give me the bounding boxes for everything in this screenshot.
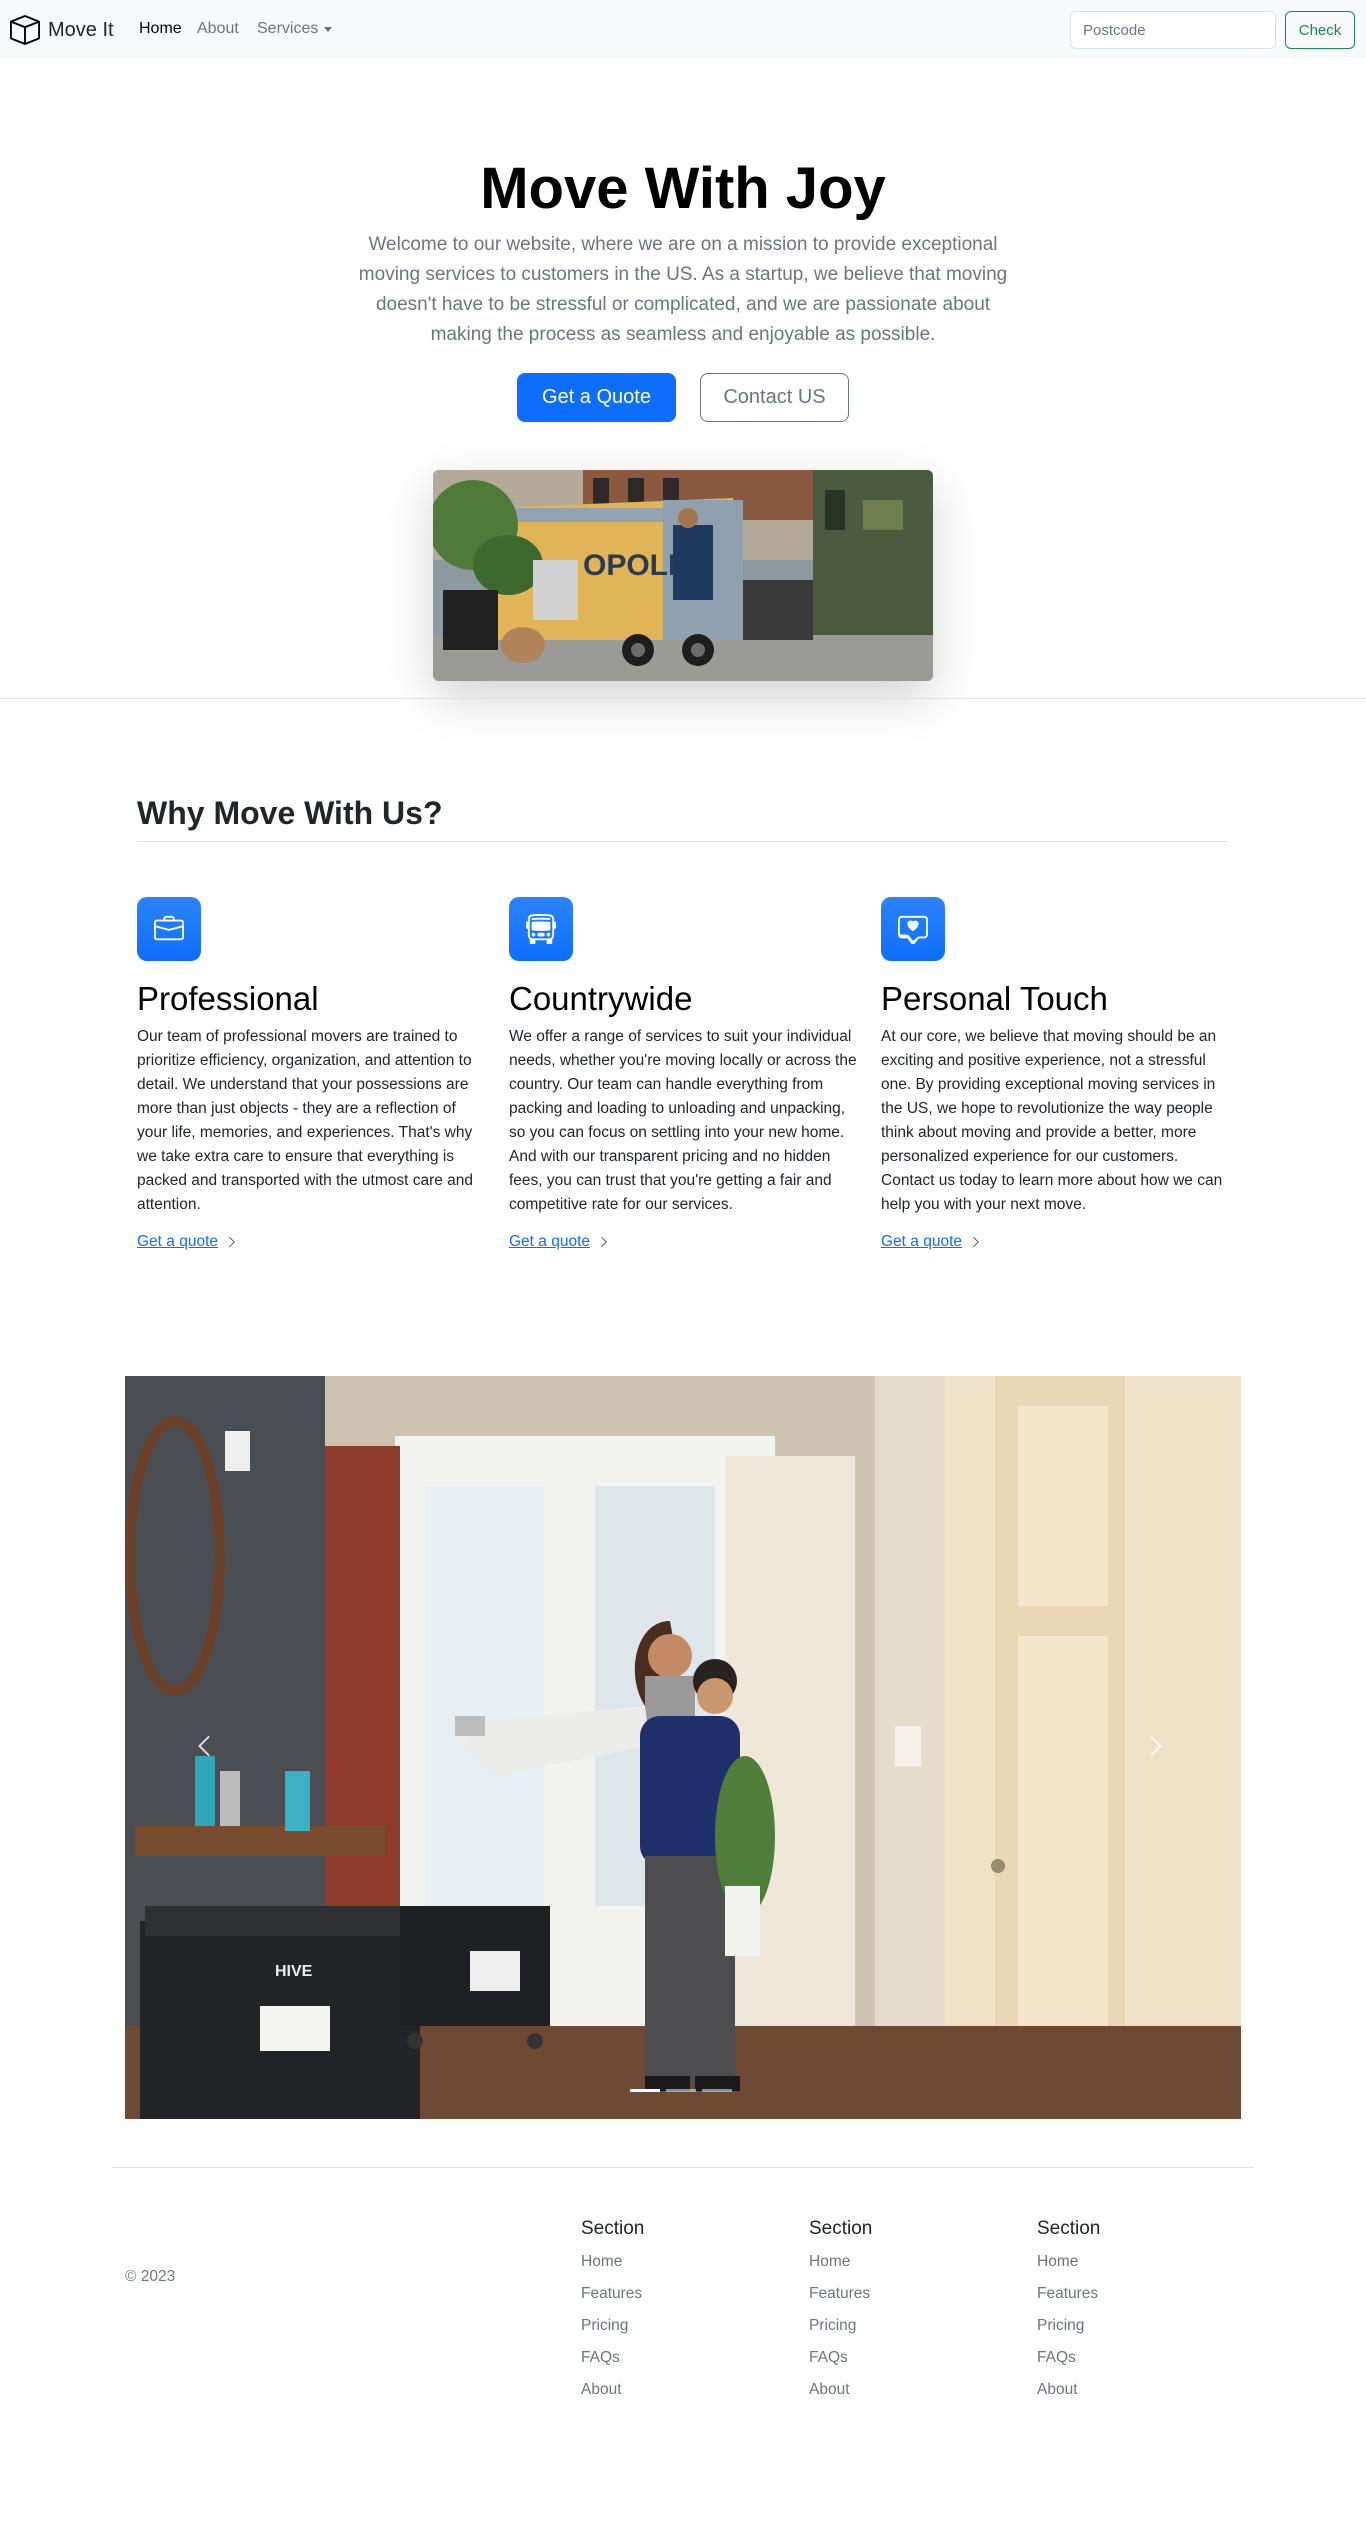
- feature-personal-touch: Personal Touch At our core, we believe t…: [881, 897, 1231, 1251]
- carousel-indicators: [630, 2089, 732, 2092]
- check-button[interactable]: Check: [1285, 11, 1355, 49]
- carousel-prev-button[interactable]: [185, 1716, 225, 1776]
- feature-quote-link[interactable]: Get a quote: [881, 1233, 982, 1251]
- nav-home[interactable]: Home: [139, 20, 182, 38]
- footer-divider: [112, 2167, 1254, 2168]
- footer-link-features[interactable]: Features: [809, 2278, 1009, 2310]
- feature-title: Professional: [137, 980, 319, 1017]
- footer-link-faqs[interactable]: FAQs: [1037, 2342, 1237, 2374]
- brand-name: Move It: [48, 18, 114, 41]
- feature-quote-link-label: Get a quote: [137, 1233, 219, 1250]
- footer-link-features[interactable]: Features: [1037, 2278, 1237, 2310]
- carousel-next-button[interactable]: [1135, 1716, 1175, 1776]
- carousel-indicator[interactable]: [630, 2089, 660, 2092]
- footer-link-home[interactable]: Home: [581, 2246, 781, 2278]
- feature-title: Countrywide: [509, 980, 693, 1017]
- navbar: Move It Home About Services Check: [0, 0, 1366, 58]
- svg-text:HIVE: HIVE: [275, 1963, 313, 1980]
- hero-image-moving-truck: OPOLIS: [433, 470, 933, 681]
- postcode-input[interactable]: [1070, 11, 1276, 49]
- footer-section: Section Home Features Pricing FAQs About: [809, 2218, 1009, 2406]
- footer-section-title: Section: [581, 2218, 645, 2239]
- section-divider: [0, 698, 1366, 699]
- feature-text: Our team of professional movers are trai…: [137, 1028, 474, 1213]
- footer-link-pricing[interactable]: Pricing: [581, 2310, 781, 2342]
- footer-link-faqs[interactable]: FAQs: [809, 2342, 1009, 2374]
- feature-professional: Professional Our team of professional mo…: [137, 897, 487, 1251]
- footer-link-about[interactable]: About: [581, 2374, 781, 2406]
- footer-link-features[interactable]: Features: [581, 2278, 781, 2310]
- features-title: Why Move With Us?: [137, 795, 443, 831]
- feature-title: Personal Touch: [881, 980, 1108, 1017]
- nav-services-dropdown[interactable]: Services: [257, 20, 333, 38]
- chevron-left-icon: [198, 1735, 210, 1757]
- feature-text: At our core, we believe that moving shou…: [881, 1028, 1223, 1213]
- footer-section: Section Home Features Pricing FAQs About: [1037, 2218, 1237, 2406]
- chevron-right-icon: [973, 1237, 979, 1247]
- footer-link-pricing[interactable]: Pricing: [1037, 2310, 1237, 2342]
- briefcase-icon: [137, 897, 201, 961]
- hero-title: Move With Joy: [480, 156, 886, 221]
- footer-link-faqs[interactable]: FAQs: [581, 2342, 781, 2374]
- get-quote-button[interactable]: Get a Quote: [517, 373, 676, 422]
- feature-quote-link[interactable]: Get a quote: [137, 1233, 238, 1251]
- nav-services-label: Services: [257, 20, 319, 37]
- caret-down-icon: [324, 26, 333, 32]
- footer-link-home[interactable]: Home: [1037, 2246, 1237, 2278]
- feature-quote-link-label: Get a quote: [881, 1233, 963, 1250]
- chevron-right-icon: [229, 1237, 235, 1247]
- chat-heart-icon: [881, 897, 945, 961]
- brand-link[interactable]: Move It: [10, 15, 114, 45]
- copyright: © 2023: [125, 2268, 176, 2285]
- carousel-slide-image: HIVE: [125, 1376, 1241, 2119]
- footer-link-pricing[interactable]: Pricing: [809, 2310, 1009, 2342]
- footer-link-home[interactable]: Home: [809, 2246, 1009, 2278]
- footer-section-title: Section: [809, 2218, 873, 2239]
- carousel-indicator[interactable]: [702, 2089, 732, 2092]
- chevron-right-icon: [1150, 1735, 1162, 1757]
- features-rule: [137, 841, 1229, 842]
- box-logo-icon: [10, 15, 40, 45]
- image-carousel: HIVE: [125, 1376, 1241, 2119]
- footer-section: Section Home Features Pricing FAQs About: [581, 2218, 781, 2406]
- hero-lead: Welcome to our website, where we are on …: [358, 234, 1008, 345]
- nav-about[interactable]: About: [197, 20, 239, 38]
- feature-quote-link-label: Get a quote: [509, 1233, 591, 1250]
- bus-icon: [509, 897, 573, 961]
- feature-text: We offer a range of services to suit you…: [509, 1028, 857, 1213]
- chevron-right-icon: [601, 1237, 607, 1247]
- contact-us-button[interactable]: Contact US: [700, 373, 849, 422]
- footer-section-title: Section: [1037, 2218, 1101, 2239]
- footer-link-about[interactable]: About: [809, 2374, 1009, 2406]
- footer-link-about[interactable]: About: [1037, 2374, 1237, 2406]
- feature-quote-link[interactable]: Get a quote: [509, 1233, 610, 1251]
- carousel-indicator[interactable]: [666, 2089, 696, 2092]
- feature-countrywide: Countrywide We offer a range of services…: [509, 897, 859, 1251]
